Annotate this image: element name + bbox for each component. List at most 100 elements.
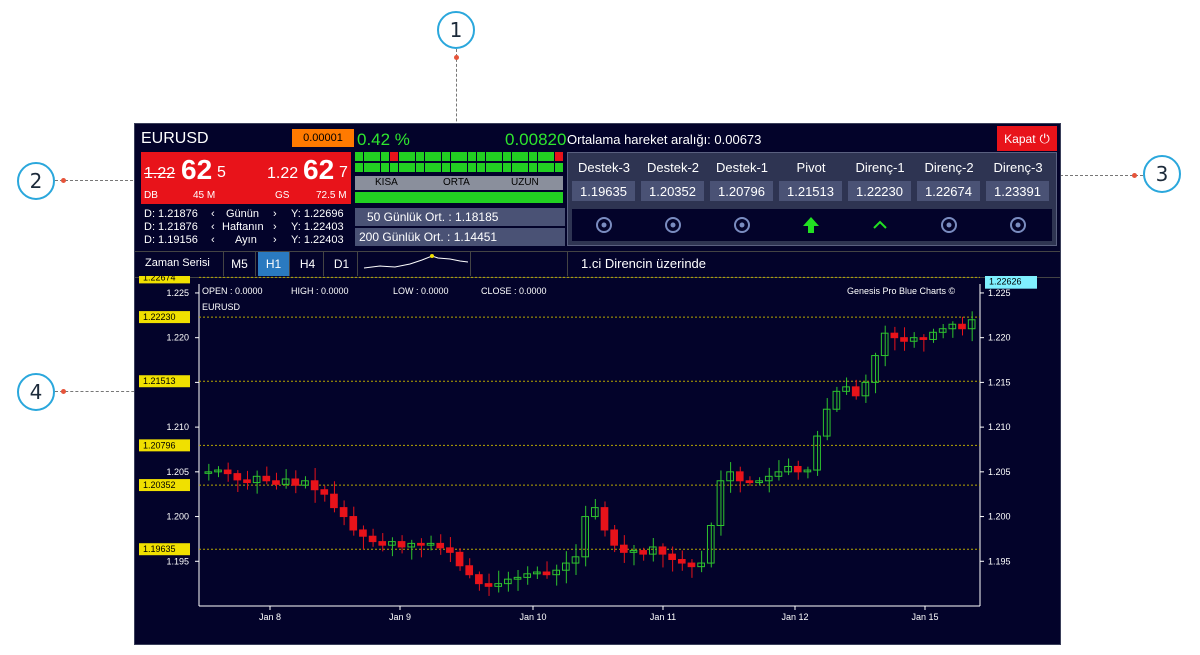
trend-cell [407, 163, 416, 172]
trend-cell [363, 152, 372, 161]
range-period: Ayın [235, 234, 257, 246]
trend-cell [485, 152, 494, 161]
x-tick-label: Jan 15 [911, 612, 938, 622]
ask-volume: 72.5 M [316, 190, 347, 201]
trend-cell [407, 152, 416, 161]
candle-body [272, 480, 280, 485]
candle-body [687, 562, 696, 568]
candle-body [619, 544, 628, 553]
range-low: D: 1.19156 [144, 234, 198, 246]
y-tick-label-left: 1.195 [166, 556, 189, 566]
trend-cell [476, 152, 485, 161]
bid-volume: 45 M [193, 190, 216, 201]
trend-cell [372, 152, 381, 161]
level-name: Destek-1 [715, 160, 769, 175]
status-text: 1.ci Direncin üzerinde [581, 256, 707, 271]
trend-cell [459, 152, 468, 161]
range-left-chevron: ‹ [211, 221, 215, 233]
range-high: Y: 1.22403 [291, 234, 344, 246]
callout-1: 1 [437, 11, 475, 49]
trend-cell [502, 163, 511, 172]
target-icon [665, 217, 681, 233]
trend-cell [537, 152, 546, 161]
y-tick-label-right: 1.220 [988, 333, 1011, 343]
callout-2: 2 [17, 162, 55, 200]
candle-body [310, 480, 319, 491]
callout-3-dot [1132, 173, 1137, 178]
range-left-chevron: ‹ [211, 208, 215, 220]
y-tick-label-left: 1.220 [166, 333, 189, 343]
trend-label-long: UZUN [511, 177, 539, 188]
candle-body [900, 337, 908, 342]
x-tick-label: Jan 9 [389, 612, 411, 622]
trend-label-short: KISA [375, 177, 398, 188]
range-period: Günün [226, 208, 260, 220]
target-icon [596, 217, 612, 233]
range-low: D: 1.21876 [144, 208, 198, 220]
level-name: Pivot [796, 160, 826, 175]
y-tick-label-right: 1.215 [988, 377, 1011, 387]
candle-body [252, 475, 261, 484]
trend-cell [468, 163, 477, 172]
bid-label: DB [144, 190, 158, 201]
timeframe-d1-button[interactable]: D1 [326, 252, 358, 276]
timeframe-h1-button[interactable]: H1 [258, 252, 290, 276]
ask-small: 7 [339, 164, 348, 181]
range-right-chevron: › [273, 234, 277, 246]
candle-body [262, 475, 271, 482]
range-right-chevron: › [273, 208, 277, 220]
ask-big1: 1.22 [267, 165, 299, 182]
range-low: D: 1.21876 [144, 221, 198, 233]
trend-cell [468, 152, 477, 161]
symbol-title: EURUSD [141, 130, 209, 147]
level-value: 1.22674 [917, 181, 980, 201]
candle-body [658, 546, 667, 555]
x-tick-label: Jan 8 [259, 612, 281, 622]
trend-cell [511, 152, 520, 161]
candle-body [455, 551, 464, 567]
candle-body [571, 556, 580, 564]
candle-body [677, 558, 686, 564]
candle-body [214, 469, 222, 473]
y-tick-label-right: 1.195 [988, 556, 1011, 566]
trend-cell [555, 163, 564, 172]
candle-body [243, 479, 251, 484]
trend-strength-grid [355, 152, 565, 174]
trend-cell [363, 163, 372, 172]
trend-cell [502, 152, 511, 161]
trend-cell [459, 163, 468, 172]
close-button[interactable]: Kapat ⏻ [997, 126, 1057, 151]
y-tick-label-right: 1.200 [988, 512, 1011, 522]
candle-body [330, 493, 338, 509]
level-name: Direnç-2 [924, 160, 974, 175]
candle-body [958, 323, 966, 330]
x-tick-label: Jan 12 [781, 612, 808, 622]
y-tick-label-right: 1.210 [988, 422, 1011, 432]
level-tag-label: 1.21513 [143, 376, 176, 386]
ma50-text: 50 Günlük Ort. : 1.18185 [367, 210, 499, 224]
candle-body [223, 469, 232, 475]
arrow-up-icon [803, 217, 819, 233]
trend-cell [555, 152, 564, 161]
level-name: Direnç-1 [855, 160, 905, 175]
candle-body [938, 328, 947, 333]
trend-cell [424, 163, 433, 172]
trend-cell [537, 163, 546, 172]
timeframe-m5-button[interactable]: M5 [224, 252, 256, 276]
candle-body [793, 465, 802, 473]
trend-label-mid: ORTA [443, 177, 470, 188]
price-box: 1.22 62 5 DB 45 M 1.22 62 7 GS 72.5 M [141, 152, 351, 204]
candlestick-chart: 1.195 1.195 1.200 1.200 1.205 1.205 1.210 1.210… [139, 276, 1037, 622]
trend-cell [485, 163, 494, 172]
trend-cell [381, 163, 390, 172]
trend-cell [389, 152, 398, 161]
candle-body [359, 529, 367, 537]
range-left-chevron: ‹ [211, 234, 215, 246]
range-high: Y: 1.22696 [291, 208, 344, 220]
trend-cell [372, 163, 381, 172]
candle-body [446, 547, 454, 553]
trend-cell [398, 152, 407, 161]
candle-body [320, 489, 329, 495]
level-value: 1.23391 [986, 181, 1049, 201]
timeframe-h4-button[interactable]: H4 [292, 252, 324, 276]
